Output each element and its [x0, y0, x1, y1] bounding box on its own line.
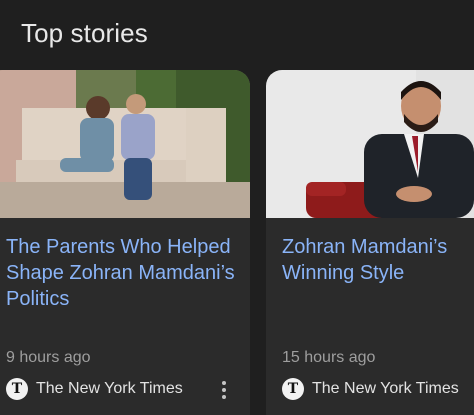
story-headline[interactable]: Zohran Mamdani’s Winning Style — [282, 234, 474, 286]
nyt-logo-icon: T — [282, 378, 304, 400]
nyt-logo-icon: T — [6, 378, 28, 400]
photo-couple-on-bench-icon — [0, 70, 250, 218]
story-card[interactable]: The Parents Who Helped Shape Zohran Mamd… — [0, 70, 250, 415]
story-thumbnail[interactable] — [0, 70, 250, 218]
source-name: The New York Times — [36, 380, 183, 397]
top-stories-page: Top stories The Parents Who Helped Shape… — [0, 0, 474, 415]
story-timestamp: 9 hours ago — [6, 349, 91, 366]
story-timestamp: 15 hours ago — [282, 349, 376, 366]
more-dot — [222, 388, 226, 392]
photo-man-in-suit-icon — [266, 70, 474, 218]
source-name: The New York Times — [312, 380, 459, 397]
story-source: T The New York Times — [6, 378, 183, 400]
more-dot — [222, 381, 226, 385]
section-title: Top stories — [21, 18, 148, 48]
more-dot — [222, 395, 226, 399]
story-headline[interactable]: The Parents Who Helped Shape Zohran Mamd… — [6, 234, 238, 312]
story-thumbnail[interactable] — [266, 70, 474, 218]
story-source: T The New York Times — [282, 378, 459, 400]
story-card[interactable]: Zohran Mamdani’s Winning Style 15 hours … — [266, 70, 474, 415]
more-vert-icon[interactable] — [216, 379, 232, 401]
